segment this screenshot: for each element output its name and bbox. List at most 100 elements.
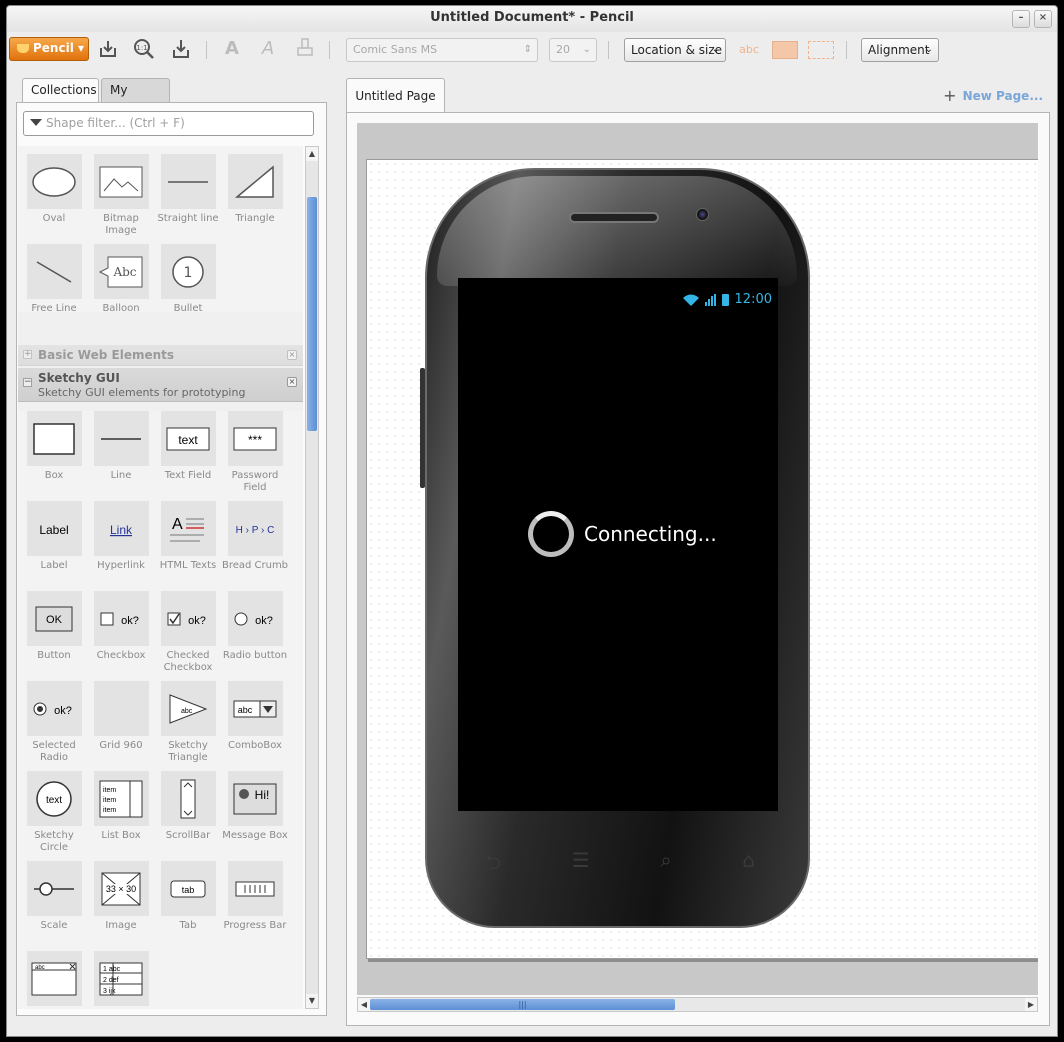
shape-box[interactable]: Box: [20, 411, 88, 482]
italic-text-icon[interactable]: A: [256, 38, 280, 62]
shape-sketchy-circle[interactable]: text Sketchy Circle: [20, 771, 88, 854]
status-bar: 12:00: [682, 292, 772, 307]
shape-message-box[interactable]: Hi! Message Box: [221, 771, 289, 842]
scroll-down-icon[interactable]: ▼: [306, 994, 318, 1008]
fill-color-icon[interactable]: [772, 41, 798, 59]
scroll-left-icon[interactable]: ◀: [358, 998, 370, 1011]
import-icon[interactable]: [169, 38, 193, 62]
label-icon: Label: [26, 501, 82, 556]
shape-checked-checkbox[interactable]: ok? Checked Checkbox: [154, 591, 222, 674]
svg-text:1:1: 1:1: [136, 44, 147, 52]
tile-text: ok?: [121, 615, 139, 627]
toolbar-separator: [329, 41, 330, 59]
text-color-icon[interactable]: abc: [736, 41, 762, 59]
shape-oval[interactable]: Oval: [20, 154, 88, 225]
scroll-thumb[interactable]: [307, 197, 317, 431]
section-sketchy-gui[interactable]: − Sketchy GUI Sketchy GUI elements for p…: [18, 368, 303, 402]
expand-icon[interactable]: +: [23, 350, 32, 359]
shape-label: Line: [110, 470, 132, 481]
breadcrumb-icon: H › P › C: [227, 501, 283, 556]
shape-filter-input[interactable]: Shape filter... (Ctrl + F): [23, 111, 314, 136]
phone-speaker: [569, 212, 659, 223]
shape-label: Box: [44, 470, 64, 481]
format-painter-icon[interactable]: [293, 38, 317, 62]
minimize-button[interactable]: –: [1012, 10, 1030, 28]
tile-text: ok?: [54, 705, 72, 717]
drawing-page[interactable]: 12:00 Connecting... ⮌ ☰ ⌕ ⌂: [366, 159, 1038, 959]
shape-label: Password Field: [231, 470, 279, 493]
tile-text: abc: [181, 708, 193, 715]
shape-label: Triangle: [235, 213, 275, 224]
shape-image[interactable]: 33 × 30 Image: [87, 861, 155, 932]
shape-checkbox[interactable]: ok? Checkbox: [87, 591, 155, 662]
close-section-icon[interactable]: ×: [287, 377, 297, 387]
shape-breadcrumb[interactable]: H › P › C Bread Crumb: [221, 501, 289, 572]
shape-table[interactable]: 1 abc 2 def 3 ijk: [87, 951, 155, 1009]
shape-triangle[interactable]: Triangle: [221, 154, 289, 225]
shape-tab[interactable]: tab Tab: [154, 861, 222, 932]
shape-text-field[interactable]: text Text Field: [154, 411, 222, 482]
android-phone-mockup[interactable]: 12:00 Connecting... ⮌ ☰ ⌕ ⌂: [420, 168, 810, 928]
shape-scale[interactable]: Scale: [20, 861, 88, 932]
canvas-horizontal-scrollbar[interactable]: ◀ ||| ▶: [357, 997, 1038, 1012]
shape-radio-button[interactable]: ok? Radio button: [221, 591, 289, 662]
shapes-scrollbar[interactable]: ▲ ▼: [305, 146, 319, 1009]
section-basic-web-elements[interactable]: + Basic Web Elements ×: [18, 345, 303, 366]
status-clock: 12:00: [734, 292, 772, 307]
stroke-color-icon[interactable]: [808, 41, 834, 59]
back-icon: ⮌: [485, 850, 502, 874]
tab-my-stuffs[interactable]: My Stuffs: [101, 78, 170, 120]
shape-list-box[interactable]: item item item List Box: [87, 771, 155, 842]
checkbox-icon: ok?: [93, 591, 149, 646]
close-button[interactable]: ×: [1034, 10, 1052, 28]
alignment-button[interactable]: Alignment ⌄: [861, 38, 939, 62]
location-size-button[interactable]: Location & size ⌄: [624, 38, 726, 62]
export-icon[interactable]: [96, 38, 120, 62]
shape-bitmap-image[interactable]: Bitmap Image: [87, 154, 155, 237]
collapse-icon[interactable]: −: [23, 378, 32, 387]
shape-bullet[interactable]: 1 Bullet: [154, 244, 222, 315]
toolbar: Pencil ▾ 1:1 A A Comic Sans MS ⇕ 20 ⌄ Lo…: [7, 32, 1057, 68]
shape-label: Scale: [40, 920, 68, 931]
shape-line[interactable]: Line: [87, 411, 155, 482]
scroll-up-icon[interactable]: ▲: [306, 147, 318, 161]
connecting-text: Connecting...: [584, 522, 717, 546]
tab-collections[interactable]: Collections: [22, 78, 99, 102]
shape-balloon[interactable]: Abc Balloon: [87, 244, 155, 315]
new-page-button[interactable]: + New Page...: [943, 86, 1043, 105]
shape-window[interactable]: abc: [20, 951, 88, 1009]
shape-sketchy-triangle[interactable]: abc Sketchy Triangle: [154, 681, 222, 764]
bold-text-icon[interactable]: A: [220, 38, 244, 62]
tile-text: 33 × 30: [106, 884, 136, 894]
pencil-menu-button[interactable]: Pencil ▾: [9, 37, 89, 61]
shape-free-line[interactable]: Free Line: [20, 244, 88, 315]
shape-selected-radio[interactable]: ok? Selected Radio: [20, 681, 88, 764]
shape-html-texts[interactable]: A HTML Texts: [154, 501, 222, 572]
shape-grid-960[interactable]: Grid 960: [87, 681, 155, 752]
zoom-1-1-icon[interactable]: 1:1: [132, 38, 156, 62]
canvas-background: 12:00 Connecting... ⮌ ☰ ⌕ ⌂: [357, 123, 1038, 995]
image-icon: 33 × 30: [93, 861, 149, 916]
cup-icon: [17, 44, 29, 53]
scroll-thumb[interactable]: |||: [370, 999, 675, 1010]
shape-password-field[interactable]: *** Password Field: [221, 411, 289, 494]
shape-hyperlink[interactable]: Link Hyperlink: [87, 501, 155, 572]
tab-untitled-page[interactable]: Untitled Page: [346, 78, 445, 113]
button-icon: OK: [26, 591, 82, 646]
close-section-icon[interactable]: ×: [287, 350, 297, 360]
shape-progress-bar[interactable]: Progress Bar: [221, 861, 289, 932]
shape-combobox[interactable]: abc ComboBox: [221, 681, 289, 752]
sketchy-circle-icon: text: [26, 771, 82, 826]
window-title: Untitled Document* - Pencil: [430, 10, 634, 25]
scroll-right-icon[interactable]: ▶: [1025, 998, 1037, 1011]
chevron-down-icon: ⌄: [582, 44, 591, 55]
shape-label[interactable]: Label Label: [20, 501, 88, 572]
section-title: Sketchy GUI: [38, 371, 120, 385]
shape-scrollbar[interactable]: ScrollBar: [154, 771, 222, 842]
font-family-select[interactable]: Comic Sans MS ⇕: [346, 38, 538, 62]
font-size-select[interactable]: 20 ⌄: [549, 38, 597, 62]
shape-button[interactable]: OK Button: [20, 591, 88, 662]
shape-straight-line[interactable]: Straight line: [154, 154, 222, 225]
shape-label: Balloon: [102, 303, 140, 314]
canvas-frame: 12:00 Connecting... ⮌ ☰ ⌕ ⌂ ◀ ||| ▶: [346, 112, 1050, 1026]
